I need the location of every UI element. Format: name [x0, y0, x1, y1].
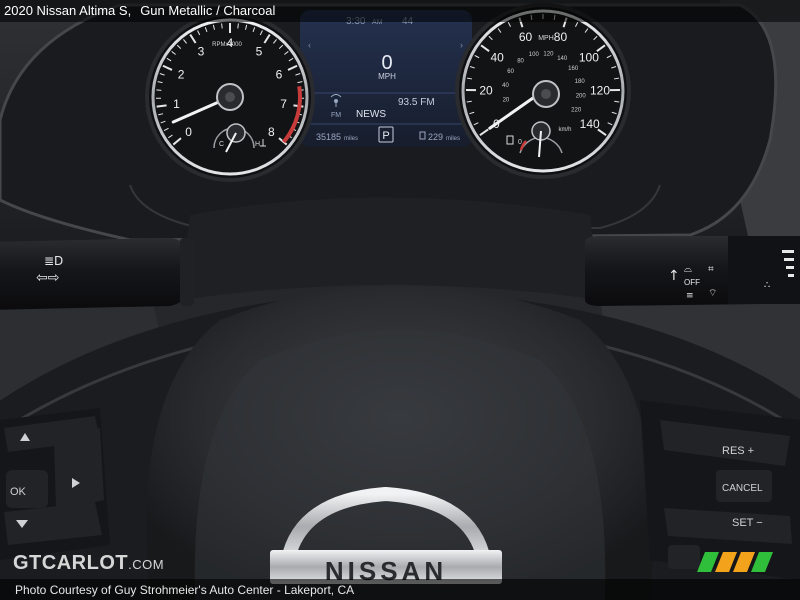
headlight-icon: ≣D: [44, 254, 63, 268]
vehicle-title: 2020 Nissan Altima S,: [4, 3, 132, 18]
speedometer-kmh-label: 100: [529, 52, 540, 58]
speedometer-kmh-label: 120: [543, 51, 554, 57]
dashboard-scene: 3:30 AM 44 0 MPH ‹ › FM NEWS 93.5 FM 351…: [0, 0, 800, 600]
rear-wiper-icon: ⌔: [708, 288, 717, 299]
caption: 2020 Nissan Altima S, Gun Metallic / Char…: [4, 3, 275, 18]
tachometer-tick-label: 5: [256, 45, 263, 59]
radio-station: NEWS: [356, 109, 386, 120]
exterior-color: Gun Metallic: [140, 3, 213, 18]
wiper-off-label: OFF: [684, 278, 700, 287]
tachometer-tick: [221, 23, 223, 29]
tachometer-tick-label: 7: [280, 97, 287, 111]
radio-band: FM: [331, 112, 341, 119]
tachometer-tick-label: 0: [185, 125, 192, 139]
chevron-right-icon: ›: [460, 40, 463, 50]
ok-button-label: OK: [10, 486, 27, 498]
speedometer-tick-label: 140: [580, 117, 600, 131]
fuel-empty-label: 0: [518, 139, 522, 146]
washer-icon: ⌗: [708, 264, 714, 275]
speedometer-kmh-label: 60: [507, 69, 514, 75]
wiper-intermittent-icon: ≡: [686, 291, 694, 301]
tachometer-tick: [237, 23, 239, 29]
speedometer-tick-label: 100: [579, 50, 599, 64]
dealer-badge-logo: [697, 552, 773, 572]
watermark-suffix: .COM: [128, 557, 165, 572]
tachometer-tick-label: 2: [178, 67, 185, 81]
cancel-label: CANCEL: [722, 483, 763, 494]
tachometer-tick-label: 6: [276, 67, 283, 81]
chevron-left-icon: ‹: [308, 40, 311, 50]
tachometer: 012345678 RPMx1000 C H: [145, 12, 315, 182]
speedometer-kmh-label: 80: [517, 58, 524, 64]
left-spoke-controls: OK: [0, 408, 110, 560]
wiper-up-arrow-icon: ↑: [668, 268, 680, 284]
turn-signal-stalk[interactable]: ≣D ⇦⇨: [0, 238, 194, 310]
caption-divider: /: [216, 3, 220, 18]
watermark: GTCARLOT.COM: [13, 552, 164, 575]
steering-column: [180, 197, 600, 300]
photo: 3:30 AM 44 0 MPH ‹ › FM NEWS 93.5 FM 351…: [0, 0, 800, 600]
speedometer-tick-label: 60: [519, 30, 533, 44]
radio-frequency: 93.5 FM: [398, 97, 435, 108]
gear-indicator: P: [382, 130, 389, 142]
odometer-unit: miles: [344, 136, 358, 142]
tachometer-tick-label: 3: [198, 45, 205, 59]
right-button[interactable]: [54, 428, 104, 510]
speedometer-tick-label: 120: [590, 83, 610, 97]
digital-speed: 0: [381, 52, 392, 74]
turn-signal-arrows-icon: ⇦⇨: [36, 270, 59, 286]
digital-speed-unit: MPH: [378, 72, 396, 81]
speedometer-inner-unit: km/h: [558, 127, 571, 133]
set-minus-label: SET −: [732, 517, 763, 529]
temperature-cold-label: C: [219, 141, 224, 148]
speedometer-tick-label: 40: [490, 50, 504, 64]
tachometer-tick-label: 8: [268, 125, 275, 139]
tachometer-tick-label: 1: [173, 97, 180, 111]
tachometer-tick: [156, 104, 167, 108]
speedometer-kmh-label: 40: [502, 83, 509, 89]
res-plus-label: RES +: [722, 445, 754, 457]
speedometer-tick: [614, 100, 620, 103]
speedometer-kmh-label: 20: [503, 97, 510, 103]
cruise-button[interactable]: [668, 545, 700, 569]
speedometer: 020406080100120140 204060801001201401601…: [455, 3, 631, 179]
speedometer-kmh-label: 180: [575, 79, 586, 85]
range: 229: [428, 132, 443, 142]
photo-credit: Photo Courtesy of Guy Strohmeier's Auto …: [15, 583, 355, 597]
tachometer-unit: RPMx1000: [212, 42, 242, 48]
speedometer-kmh-label: 140: [557, 56, 568, 62]
speedometer-kmh-label: 160: [568, 66, 579, 72]
speedometer-tick-label: 80: [554, 30, 568, 44]
watermark-brand: GTCARLOT: [13, 552, 129, 574]
range-unit: miles: [446, 136, 460, 142]
wiper-sensitivity-icon: ∴: [764, 280, 770, 291]
temperature-hot-label: H: [255, 141, 260, 148]
wiper-mist-icon: ⌓: [684, 264, 692, 275]
speedometer-kmh-label: 200: [576, 94, 587, 100]
speedometer-unit: MPH: [538, 35, 554, 42]
speedometer-tick: [466, 100, 472, 103]
speedometer-tick-label: 20: [479, 83, 493, 97]
speedometer-kmh-label: 220: [571, 108, 582, 114]
odometer: 35185: [316, 132, 341, 142]
wiper-stalk[interactable]: ↑ ⌓ OFF ≡ ⌗ ⌔ ∴: [585, 236, 800, 306]
interior-color: Charcoal: [223, 3, 276, 18]
